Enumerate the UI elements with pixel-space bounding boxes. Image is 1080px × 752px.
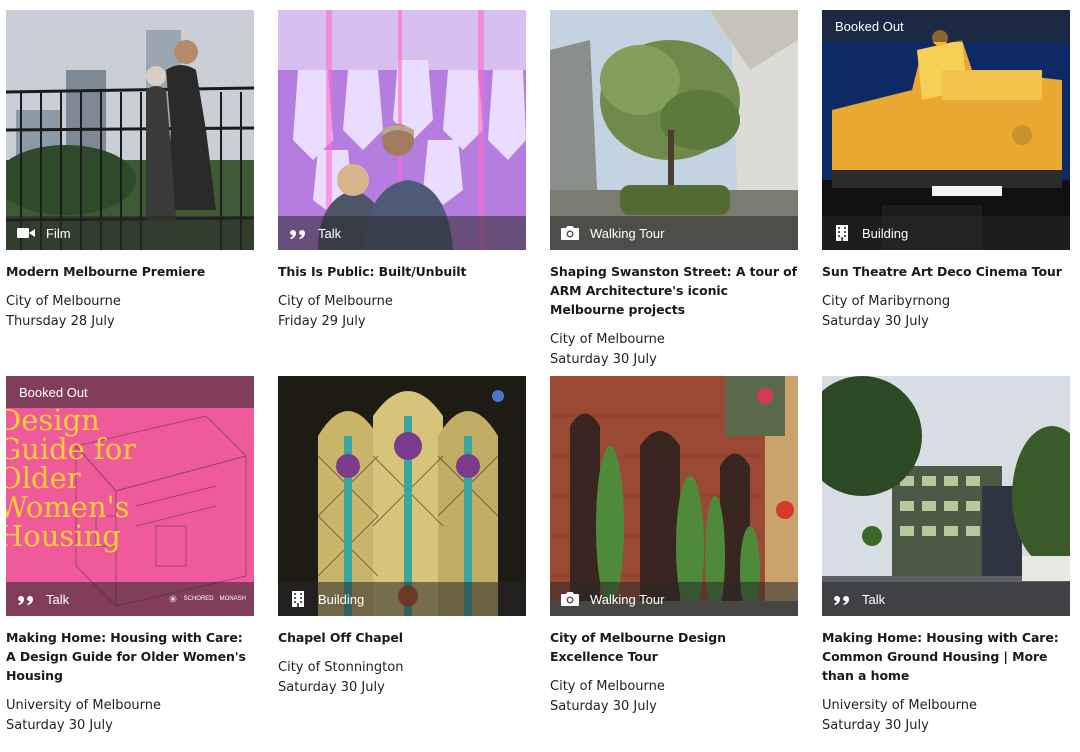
category-tag: Talk bbox=[278, 216, 526, 250]
event-card[interactable]: Design Guide for Older Women's Housing B… bbox=[6, 376, 254, 736]
event-date: Saturday 30 July bbox=[6, 718, 113, 733]
event-image[interactable]: Building bbox=[278, 376, 526, 616]
camera-icon bbox=[560, 225, 580, 241]
category-tag: Talk ✳ SCHORED MONASH bbox=[6, 582, 254, 616]
event-date: Saturday 30 July bbox=[278, 680, 385, 695]
category-label: Building bbox=[862, 225, 909, 241]
event-organiser: University of Melbourne bbox=[822, 698, 977, 713]
partner-logo: MONASH bbox=[219, 596, 246, 602]
event-card[interactable]: Walking Tour City of Melbourne Design Ex… bbox=[550, 376, 798, 717]
event-image[interactable]: Walking Tour bbox=[550, 376, 798, 616]
quote-icon bbox=[288, 225, 308, 241]
category-label: Film bbox=[46, 225, 71, 241]
event-card[interactable]: Booked Out Building Sun Theatre Art Deco… bbox=[822, 10, 1070, 332]
walking-tour-photo bbox=[550, 376, 798, 616]
building-icon bbox=[288, 591, 308, 607]
event-organiser: City of Maribyrnong bbox=[822, 294, 951, 309]
camera-icon bbox=[560, 591, 580, 607]
event-title[interactable]: Making Home: Housing with Care: Common G… bbox=[822, 628, 1070, 685]
category-tag: Walking Tour bbox=[550, 216, 798, 250]
category-tag: Walking Tour bbox=[550, 582, 798, 616]
event-organiser: City of Melbourne bbox=[6, 294, 121, 309]
category-label: Talk bbox=[318, 225, 342, 241]
walking-tour-photo bbox=[550, 10, 798, 250]
event-organiser: City of Melbourne bbox=[550, 332, 665, 347]
event-image[interactable]: Booked Out Building bbox=[822, 10, 1070, 250]
event-image[interactable]: Film bbox=[6, 10, 254, 250]
partner-logo: SCHORED bbox=[183, 596, 214, 602]
category-label: Building bbox=[318, 591, 365, 607]
partner-logos: ✳ SCHORED MONASH bbox=[168, 593, 246, 606]
event-card[interactable]: Walking Tour Shaping Swanston Street: A … bbox=[550, 10, 798, 370]
event-organiser: City of Stonnington bbox=[278, 660, 404, 675]
category-tag: Film bbox=[6, 216, 254, 250]
event-organiser: University of Melbourne bbox=[6, 698, 161, 713]
building-icon bbox=[832, 225, 852, 241]
event-image[interactable]: Design Guide for Older Women's Housing B… bbox=[6, 376, 254, 616]
quote-icon bbox=[16, 591, 36, 607]
event-title[interactable]: Sun Theatre Art Deco Cinema Tour bbox=[822, 262, 1070, 281]
event-date: Thursday 28 July bbox=[6, 314, 115, 329]
event-organiser: City of Melbourne bbox=[278, 294, 393, 309]
event-date: Saturday 30 July bbox=[550, 699, 657, 714]
category-label: Talk bbox=[46, 591, 70, 607]
event-card[interactable]: Talk This Is Public: Built/Unbuilt City … bbox=[278, 10, 526, 332]
event-card[interactable]: Building Chapel Off Chapel City of Stonn… bbox=[278, 376, 526, 698]
event-image[interactable]: Talk bbox=[278, 10, 526, 250]
poster-text: Design Guide for Older Women's Housing bbox=[6, 403, 137, 553]
event-image[interactable]: Walking Tour bbox=[550, 10, 798, 250]
event-date: Saturday 30 July bbox=[550, 352, 657, 367]
event-title[interactable]: Making Home: Housing with Care: A Design… bbox=[6, 628, 254, 685]
category-tag: Talk bbox=[822, 582, 1070, 616]
building-event-photo bbox=[822, 10, 1070, 250]
film-event-photo bbox=[6, 10, 254, 250]
category-label: Walking Tour bbox=[590, 591, 665, 607]
quote-icon bbox=[832, 591, 852, 607]
event-card[interactable]: Film Modern Melbourne Premiere City of M… bbox=[6, 10, 254, 332]
category-label: Walking Tour bbox=[590, 225, 665, 241]
category-label: Talk bbox=[862, 591, 886, 607]
event-date: Saturday 30 July bbox=[822, 314, 929, 329]
stained-glass-photo bbox=[278, 376, 526, 616]
event-title[interactable]: City of Melbourne Design Excellence Tour bbox=[550, 628, 798, 666]
category-tag: Building bbox=[278, 582, 526, 616]
event-date: Friday 29 July bbox=[278, 314, 366, 329]
housing-event-photo bbox=[822, 376, 1070, 616]
event-image[interactable]: Talk bbox=[822, 376, 1070, 616]
video-camera-icon bbox=[16, 225, 36, 241]
poster-title: Design Guide for Older Women's Housing bbox=[6, 406, 158, 551]
event-card[interactable]: Talk Making Home: Housing with Care: Com… bbox=[822, 376, 1070, 736]
talk-event-photo bbox=[278, 10, 526, 250]
booked-out-badge: Booked Out bbox=[6, 376, 254, 408]
category-tag: Building bbox=[822, 216, 1070, 250]
event-date: Saturday 30 July bbox=[822, 718, 929, 733]
event-title[interactable]: This Is Public: Built/Unbuilt bbox=[278, 262, 526, 281]
logo-star-icon: ✳ bbox=[168, 593, 178, 606]
booked-out-badge: Booked Out bbox=[822, 10, 1070, 42]
event-title[interactable]: Shaping Swanston Street: A tour of ARM A… bbox=[550, 262, 798, 319]
event-title[interactable]: Modern Melbourne Premiere bbox=[6, 262, 254, 281]
event-title[interactable]: Chapel Off Chapel bbox=[278, 628, 526, 647]
event-organiser: City of Melbourne bbox=[550, 679, 665, 694]
